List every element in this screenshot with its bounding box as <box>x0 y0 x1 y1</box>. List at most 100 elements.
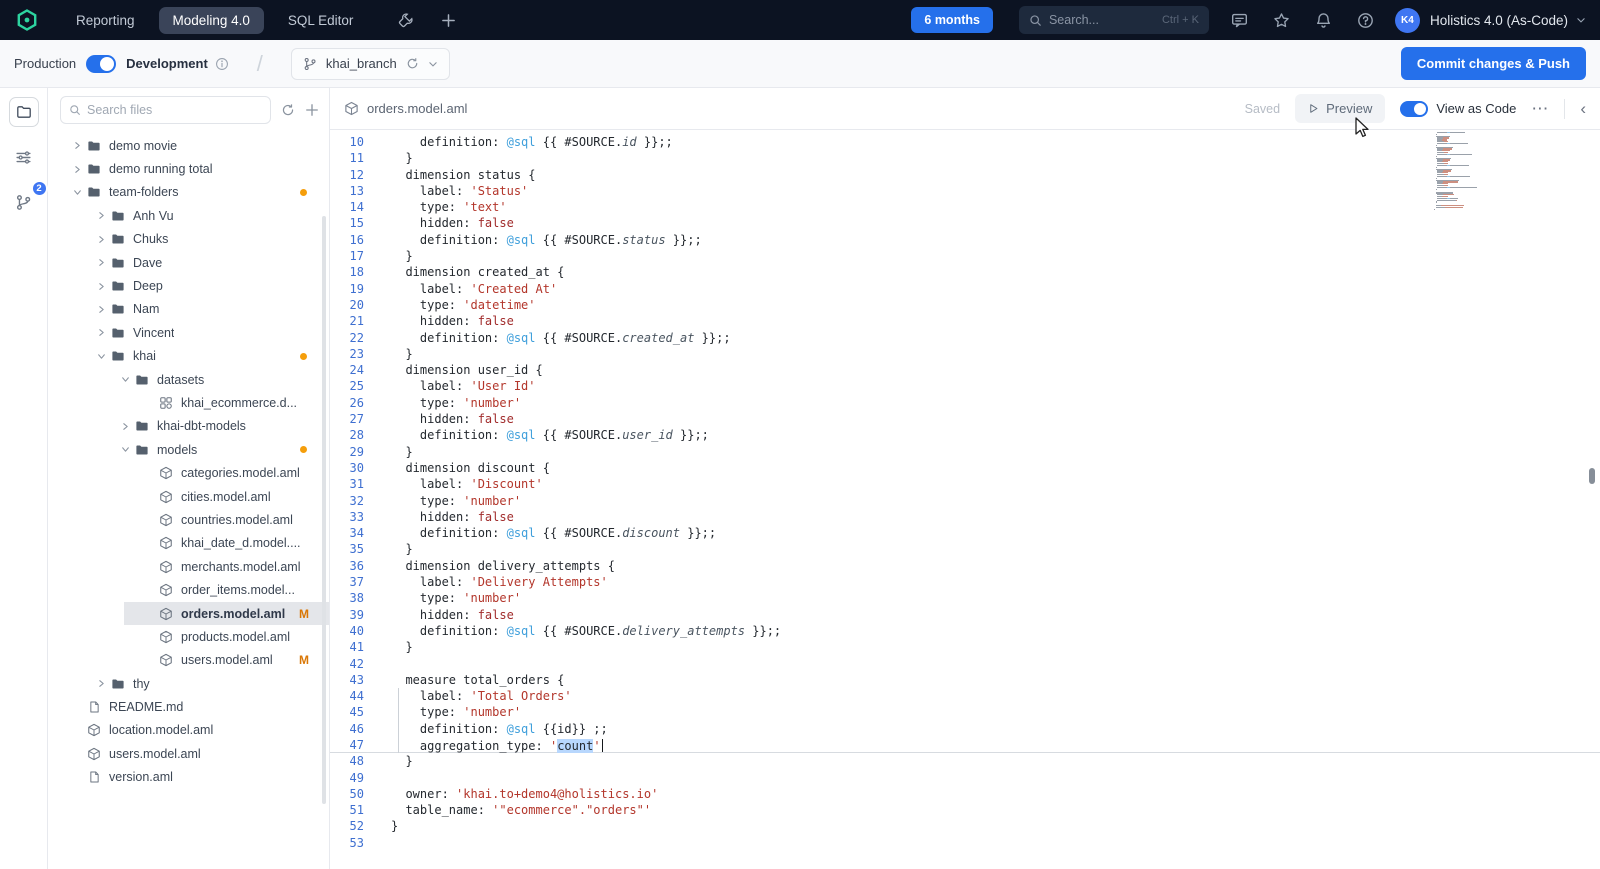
line-number[interactable]: 25 <box>330 378 364 394</box>
toggle-switch[interactable] <box>1400 100 1429 117</box>
tree-item-categories-model-aml[interactable]: categories.model.aml <box>48 461 329 484</box>
tools-wrench-icon[interactable] <box>397 12 414 29</box>
code-line[interactable]: 38 type: 'number' <box>330 590 1600 606</box>
line-number[interactable]: 29 <box>330 444 364 460</box>
chevron-right-icon[interactable] <box>92 235 110 244</box>
line-number[interactable]: 11 <box>330 150 364 166</box>
code-line[interactable]: 27 hidden: false <box>330 411 1600 427</box>
tree-item-khai[interactable]: khai <box>48 345 329 368</box>
code-line[interactable]: 17 } <box>330 248 1600 264</box>
code-line[interactable]: 43 measure total_orders { <box>330 672 1600 688</box>
code-line[interactable]: 23 } <box>330 346 1600 362</box>
line-number[interactable]: 36 <box>330 558 364 574</box>
code-line[interactable]: 42 <box>330 656 1600 672</box>
code-line[interactable]: 35 } <box>330 541 1600 557</box>
line-number[interactable]: 26 <box>330 395 364 411</box>
line-number[interactable]: 34 <box>330 525 364 541</box>
tree-item-users-model-aml[interactable]: users.model.aml M <box>48 649 329 672</box>
chevron-right-icon[interactable] <box>92 305 110 314</box>
user-avatar[interactable]: K4 <box>1394 7 1420 33</box>
tree-item-deep[interactable]: Deep <box>48 274 329 297</box>
tree-item-products-model-aml[interactable]: products.model.aml <box>48 625 329 648</box>
line-number[interactable]: 38 <box>330 590 364 606</box>
code-line[interactable]: 40 definition: @sql {{ #SOURCE.delivery_… <box>330 623 1600 639</box>
code-line[interactable]: 28 definition: @sql {{ #SOURCE.user_id }… <box>330 427 1600 443</box>
tree-item-order-items-model[interactable]: order_items.model... <box>48 578 329 601</box>
code-line[interactable]: 52} <box>330 818 1600 834</box>
line-number[interactable]: 10 <box>330 134 364 150</box>
code-line[interactable]: 12 dimension status { <box>330 167 1600 183</box>
code-line[interactable]: 34 definition: @sql {{ #SOURCE.discount … <box>330 525 1600 541</box>
tree-item-khai-date-d-model[interactable]: khai_date_d.model.... <box>48 532 329 555</box>
notifications-bell-icon[interactable] <box>1315 11 1333 29</box>
line-number[interactable]: 19 <box>330 281 364 297</box>
code-line[interactable]: 31 label: 'Discount' <box>330 476 1600 492</box>
code-line[interactable]: 39 hidden: false <box>330 607 1600 623</box>
line-number[interactable]: 43 <box>330 672 364 688</box>
code-line[interactable]: 47 aggregation_type: 'count' <box>330 737 1600 753</box>
chevron-down-icon[interactable] <box>116 445 134 454</box>
add-new-icon[interactable] <box>440 12 457 29</box>
code-line[interactable]: 45 type: 'number' <box>330 704 1600 720</box>
help-icon[interactable] <box>1357 11 1375 29</box>
line-number[interactable]: 12 <box>330 167 364 183</box>
line-number[interactable]: 49 <box>330 770 364 786</box>
tree-item-users-model-aml[interactable]: users.model.aml <box>48 742 329 765</box>
favorites-star-icon[interactable] <box>1273 11 1291 29</box>
tree-item-demo-running-total[interactable]: demo running total <box>48 157 329 180</box>
feedback-icon[interactable] <box>1231 11 1249 29</box>
tree-item-orders-model-aml[interactable]: orders.model.aml M <box>48 601 329 626</box>
tree-item-models[interactable]: models <box>48 438 329 461</box>
tree-item-thy[interactable]: thy <box>48 672 329 695</box>
tree-item-team-folders[interactable]: team-folders <box>48 181 329 204</box>
tree-item-cities-model-aml[interactable]: cities.model.aml <box>48 485 329 508</box>
code-line[interactable]: 15 hidden: false <box>330 215 1600 231</box>
chevron-down-icon[interactable] <box>92 352 110 361</box>
line-number[interactable]: 42 <box>330 656 364 672</box>
tab-reporting[interactable]: Reporting <box>62 7 149 34</box>
rail-files-button[interactable] <box>8 97 39 127</box>
sidebar-scrollbar[interactable] <box>322 216 326 804</box>
code-line[interactable]: 29 } <box>330 444 1600 460</box>
code-line[interactable]: 16 definition: @sql {{ #SOURCE.status }}… <box>330 232 1600 248</box>
holistics-logo-icon[interactable] <box>14 7 40 33</box>
chevron-right-icon[interactable] <box>68 165 86 174</box>
time-range-button[interactable]: 6 months <box>911 7 993 33</box>
tree-item-countries-model-aml[interactable]: countries.model.aml <box>48 508 329 531</box>
file-search[interactable] <box>60 96 271 124</box>
line-number[interactable]: 21 <box>330 313 364 329</box>
line-number[interactable]: 41 <box>330 639 364 655</box>
refresh-branch-icon[interactable] <box>406 57 419 70</box>
code-line[interactable]: 22 definition: @sql {{ #SOURCE.created_a… <box>330 330 1600 346</box>
line-number[interactable]: 20 <box>330 297 364 313</box>
chevron-right-icon[interactable] <box>92 679 110 688</box>
line-number[interactable]: 15 <box>330 215 364 231</box>
line-number[interactable]: 30 <box>330 460 364 476</box>
chevron-down-icon[interactable] <box>68 188 86 197</box>
line-number[interactable]: 14 <box>330 199 364 215</box>
line-number[interactable]: 27 <box>330 411 364 427</box>
tree-item-vincent[interactable]: Vincent <box>48 321 329 344</box>
code-line[interactable]: 19 label: 'Created At' <box>330 281 1600 297</box>
code-line[interactable]: 53 <box>330 835 1600 851</box>
global-search-input[interactable] <box>1048 13 1155 27</box>
environment-toggle[interactable] <box>86 54 117 73</box>
global-search[interactable]: Ctrl + K <box>1018 6 1209 34</box>
line-number[interactable]: 17 <box>330 248 364 264</box>
code-line[interactable]: 36 dimension delivery_attempts { <box>330 558 1600 574</box>
code-line[interactable]: 21 hidden: false <box>330 313 1600 329</box>
line-number[interactable]: 44 <box>330 688 364 704</box>
tab-sql-editor[interactable]: SQL Editor <box>274 7 368 34</box>
line-number[interactable]: 31 <box>330 476 364 492</box>
line-number[interactable]: 48 <box>330 753 364 769</box>
line-number[interactable]: 32 <box>330 493 364 509</box>
line-number[interactable]: 28 <box>330 427 364 443</box>
chevron-right-icon[interactable] <box>92 282 110 291</box>
line-number[interactable]: 46 <box>330 721 364 737</box>
code-line[interactable]: 37 label: 'Delivery Attempts' <box>330 574 1600 590</box>
code-line[interactable]: 26 type: 'number' <box>330 395 1600 411</box>
code-line[interactable]: 49 <box>330 770 1600 786</box>
tree-item-location-model-aml[interactable]: location.model.aml <box>48 719 329 742</box>
line-number[interactable]: 22 <box>330 330 364 346</box>
tree-item-khai-ecommerce-d[interactable]: khai_ecommerce.d... <box>48 391 329 414</box>
